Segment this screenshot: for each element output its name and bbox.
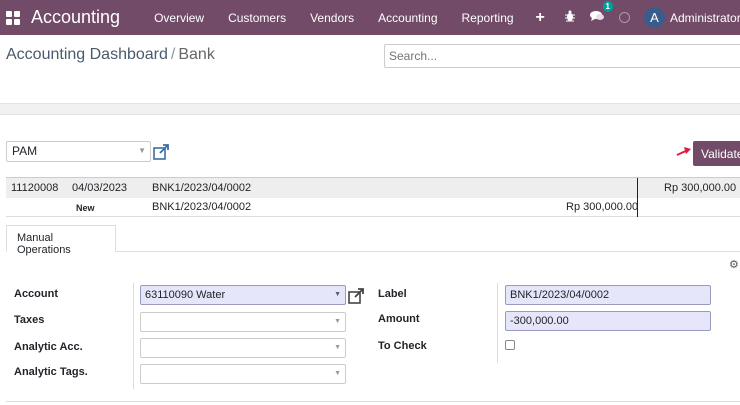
line-amount: Rp 300,000.00 bbox=[664, 182, 737, 194]
user-menu[interactable]: Administrator (c bbox=[670, 11, 740, 25]
partner-value: PAM bbox=[12, 144, 38, 158]
bug-icon[interactable] bbox=[564, 10, 576, 25]
analytic-tags-label: Analytic Tags. bbox=[14, 366, 88, 378]
breadcrumb-parent[interactable]: Accounting Dashboard bbox=[6, 46, 168, 63]
form-divider bbox=[133, 283, 134, 389]
activity-clock-icon[interactable] bbox=[619, 12, 630, 23]
separator-band bbox=[0, 103, 740, 115]
column-divider bbox=[637, 178, 638, 199]
new-line-amount: Rp 300,000.00 bbox=[566, 201, 639, 213]
app-title[interactable]: Accounting bbox=[31, 7, 120, 28]
menu-overview[interactable]: Overview bbox=[142, 11, 216, 25]
new-badge: New bbox=[76, 203, 95, 213]
analytic-account-select[interactable]: ▼ bbox=[140, 338, 346, 358]
account-label: Account bbox=[14, 288, 58, 300]
plus-icon[interactable]: + bbox=[526, 9, 555, 27]
new-line-reference: BNK1/2023/04/0002 bbox=[152, 201, 252, 213]
menu-customers[interactable]: Customers bbox=[216, 11, 298, 25]
messages-badge: 1 bbox=[602, 1, 613, 12]
systray: 1 A Administrator (c bbox=[564, 0, 740, 35]
chevron-down-icon: ▼ bbox=[138, 146, 146, 155]
breadcrumb: Accounting Dashboard / Bank bbox=[6, 46, 215, 64]
menu-reporting[interactable]: Reporting bbox=[450, 11, 526, 25]
label-label: Label bbox=[378, 288, 407, 300]
menu-vendors[interactable]: Vendors bbox=[298, 11, 366, 25]
analytic-tags-select[interactable]: ▼ bbox=[140, 364, 346, 384]
analytic-account-label: Analytic Acc. bbox=[14, 341, 83, 353]
taxes-label: Taxes bbox=[14, 314, 45, 326]
column-divider bbox=[637, 198, 638, 217]
pointer-arrow-icon bbox=[676, 147, 691, 156]
chevron-down-icon: ▼ bbox=[334, 318, 341, 325]
taxes-select[interactable]: ▼ bbox=[140, 312, 346, 332]
chevron-down-icon: ▼ bbox=[334, 291, 341, 298]
tab-underline bbox=[6, 251, 740, 252]
external-link-icon[interactable] bbox=[153, 144, 169, 160]
external-link-icon[interactable] bbox=[348, 288, 364, 304]
amount-label: Amount bbox=[378, 313, 420, 325]
top-navbar: Accounting Overview Customers Vendors Ac… bbox=[0, 0, 740, 35]
breadcrumb-separator: / bbox=[170, 46, 176, 63]
line-date: 04/03/2023 bbox=[72, 182, 128, 194]
tab-manual-operations[interactable]: Manual Operations bbox=[6, 225, 116, 256]
gear-icon[interactable]: ⚙ bbox=[729, 258, 739, 271]
partner-select[interactable]: PAM ▼ bbox=[6, 141, 151, 162]
menu-accounting[interactable]: Accounting bbox=[366, 11, 449, 25]
validate-button[interactable]: Validate bbox=[693, 141, 740, 166]
amount-input[interactable]: -300,000.00 bbox=[505, 311, 711, 331]
account-value: 63110090 Water bbox=[145, 289, 226, 301]
breadcrumb-current: Bank bbox=[178, 46, 215, 63]
apps-menu-icon[interactable] bbox=[6, 10, 20, 25]
statement-line[interactable]: 11120008 04/03/2023 BNK1/2023/04/0002 Rp… bbox=[6, 177, 740, 199]
proposition-line[interactable]: New BNK1/2023/04/0002 Rp 300,000.00 bbox=[6, 198, 740, 217]
search-input[interactable] bbox=[384, 44, 740, 68]
line-reference: BNK1/2023/04/0002 bbox=[152, 182, 252, 194]
chevron-down-icon: ▼ bbox=[334, 370, 341, 377]
to-check-label: To Check bbox=[378, 340, 427, 352]
to-check-checkbox[interactable] bbox=[505, 340, 515, 350]
label-input[interactable]: BNK1/2023/04/0002 bbox=[505, 285, 711, 305]
messages-icon[interactable]: 1 bbox=[590, 1, 613, 25]
bottom-divider bbox=[6, 401, 740, 402]
chevron-down-icon: ▼ bbox=[334, 344, 341, 351]
avatar[interactable]: A bbox=[644, 7, 665, 28]
line-account-code: 11120008 bbox=[11, 182, 59, 194]
form-divider bbox=[497, 283, 498, 363]
account-select[interactable]: 63110090 Water ▼ bbox=[140, 285, 346, 305]
